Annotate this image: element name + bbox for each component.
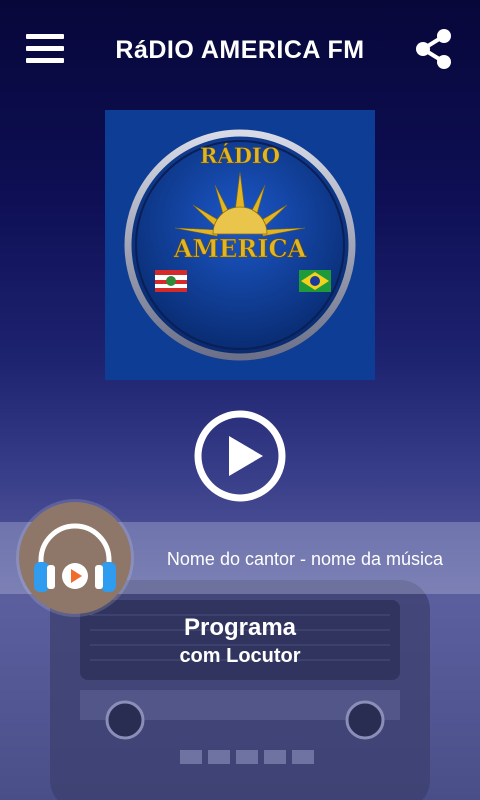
now-playing-text: Nome do cantor - nome da música: [166, 549, 444, 569]
radio-america-logo: RÁDIO AMERICA: [105, 110, 375, 380]
page-title: RáDIO AMERICA FM: [115, 36, 365, 64]
brazil-flag: [299, 270, 331, 292]
station-logo: RÁDIO AMERICA: [105, 110, 375, 380]
program-name: Programa: [183, 614, 297, 641]
logo-top-text: RÁDIO: [200, 143, 280, 168]
logo-main-text: AMERICA: [173, 234, 307, 263]
share-icon: [416, 29, 451, 69]
santa-catarina-flag: [155, 270, 187, 292]
app-header: RáDIO AMERICA FM: [0, 0, 480, 100]
play-button[interactable]: [193, 409, 287, 503]
station-avatar: [19, 502, 131, 614]
share-button[interactable]: [414, 28, 454, 70]
play-icon: [194, 410, 286, 502]
headphones-play-icon: [34, 523, 116, 592]
program-host: com Locutor: [179, 645, 301, 667]
